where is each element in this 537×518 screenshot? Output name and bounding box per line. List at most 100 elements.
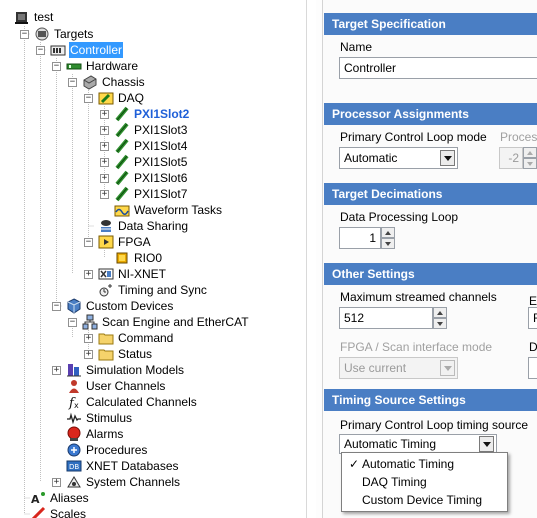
tree-item-chassis[interactable]: − Chassis [68,74,146,90]
tree-item-test[interactable]: test [4,9,54,25]
max-streamed-channels-field[interactable]: 512 [339,307,433,329]
controller-icon [50,42,66,58]
spin-up-icon[interactable] [433,307,447,318]
d-field[interactable] [528,357,537,379]
fpga-scan-interface-mode-value: Use current [344,361,407,375]
stimulus-icon [66,410,82,426]
dropdown-arrow-icon[interactable] [440,150,455,166]
daq-card-icon [114,106,130,122]
tree-item-alarms[interactable]: Alarms [52,426,124,442]
menu-item-automatic-timing[interactable]: ✓ Automatic Timing [342,455,507,473]
tree-item-controller[interactable]: − Controller [36,42,124,58]
tree-item-label: PXI1Slot2 [134,107,190,121]
tree-item-label: Status [118,347,153,361]
collapse-toggle[interactable]: − [36,45,45,55]
collapse-toggle[interactable]: − [20,29,29,39]
tree-item-status[interactable]: + Status [84,346,153,362]
project-tree[interactable]: test − Targets − Controller − Hardware −… [0,0,306,518]
tree-item-rio0[interactable]: RIO0 [100,250,163,266]
tree-item-stimulus[interactable]: Stimulus [52,410,133,426]
spin-down-icon[interactable] [381,238,395,249]
tree-item-calculated-channels[interactable]: fx Calculated Channels [52,394,198,410]
collapse-toggle[interactable]: − [68,317,77,327]
tree-item-timing-and-sync[interactable]: Timing and Sync [84,282,208,298]
tree-item-label: Alarms [86,427,124,441]
section-header-processor-assignments: Processor Assignments [324,103,537,125]
tree-item-pxi1slot2[interactable]: + PXI1Slot2 [100,106,190,122]
tree-item-command[interactable]: + Command [84,330,174,346]
computer-icon [14,9,30,25]
tree-item-label: Hardware [86,59,139,73]
fpga-icon [98,234,114,250]
menu-item-daq-timing[interactable]: DAQ Timing [342,473,507,491]
tree-item-simulation-models[interactable]: + Simulation Models [52,362,185,378]
e-field[interactable]: F [528,307,537,329]
daq-card-icon [114,122,130,138]
collapse-toggle[interactable]: − [84,237,93,247]
data-processing-loop-field[interactable]: 1 [339,227,381,249]
expand-toggle[interactable]: + [100,125,109,135]
tree-item-label: Waveform Tasks [134,203,223,217]
expand-toggle[interactable]: + [100,189,109,199]
tree-item-scales[interactable]: Scales [30,506,87,518]
section-header-target-decimations: Target Decimations [324,183,537,205]
chassis-icon [82,74,98,90]
system-channels-icon [66,474,82,490]
tree-item-custom-devices[interactable]: − Custom Devices [52,298,174,314]
tree-item-label: Procedures [86,443,148,457]
procedures-icon [66,442,82,458]
primary-control-loop-mode-select[interactable]: Automatic [339,147,458,169]
tree-item-pxi1slot7[interactable]: + PXI1Slot7 [100,186,188,202]
tree-item-ni-xnet[interactable]: + NI-XNET [84,266,167,282]
tree-item-system-channels[interactable]: + System Channels [52,474,181,490]
expand-toggle[interactable]: + [84,269,93,279]
tree-item-aliases[interactable]: A Aliases [30,490,90,506]
tree-item-label: Chassis [102,75,145,89]
tree-item-data-sharing[interactable]: Data Sharing [84,218,189,234]
tree-item-pxi1slot4[interactable]: + PXI1Slot4 [100,138,188,154]
fpga-scan-interface-mode-label: FPGA / Scan interface mode [340,340,493,354]
rio-icon [114,250,130,266]
expand-toggle[interactable]: + [100,157,109,167]
tree-item-label: Aliases [50,491,89,505]
tree-item-daq[interactable]: − DAQ [84,90,145,106]
tree-item-pxi1slot3[interactable]: + PXI1Slot3 [100,122,188,138]
spin-down-icon[interactable] [433,318,447,329]
tree-item-label: NI-XNET [118,267,166,281]
tree-item-label: Controller [69,42,124,58]
collapse-toggle[interactable]: − [52,301,61,311]
tree-item-scan-engine[interactable]: − Scan Engine and EtherCAT [68,314,250,330]
collapse-toggle[interactable]: − [84,93,93,103]
collapse-toggle[interactable]: − [68,77,77,87]
custom-devices-icon [66,298,82,314]
svg-text:x: x [74,401,79,410]
expand-toggle[interactable]: + [52,365,61,375]
tree-item-pxi1slot5[interactable]: + PXI1Slot5 [100,154,188,170]
timing-source-menu[interactable]: ✓ Automatic Timing DAQ Timing Custom Dev… [341,452,508,512]
tree-item-targets[interactable]: − Targets [20,26,94,42]
processor-spinner [523,147,537,169]
collapse-toggle[interactable]: − [52,61,61,71]
tree-item-fpga[interactable]: − FPGA [84,234,152,250]
timing-sync-icon [98,282,114,298]
name-field[interactable]: Controller [339,57,537,79]
max-streamed-channels-spinner[interactable] [433,307,447,329]
tree-item-xnet-databases[interactable]: DB XNET Databases [52,458,180,474]
expand-toggle[interactable]: + [100,109,109,119]
expand-toggle[interactable]: + [84,349,93,359]
menu-item-custom-device-timing[interactable]: Custom Device Timing [342,491,507,509]
data-processing-loop-spinner[interactable] [381,227,395,249]
expand-toggle[interactable]: + [84,333,93,343]
tree-item-procedures[interactable]: Procedures [52,442,148,458]
tree-item-waveform-tasks[interactable]: Waveform Tasks [100,202,223,218]
timing-source-select[interactable]: Automatic Timing [339,434,497,454]
dropdown-arrow-icon[interactable] [479,436,494,452]
expand-toggle[interactable]: + [100,173,109,183]
spin-up-icon[interactable] [381,227,395,238]
expand-toggle[interactable]: + [52,477,61,487]
pane-divider[interactable] [306,0,307,518]
tree-item-user-channels[interactable]: User Channels [52,378,166,394]
tree-item-pxi1slot6[interactable]: + PXI1Slot6 [100,170,188,186]
tree-item-hardware[interactable]: − Hardware [52,58,139,74]
expand-toggle[interactable]: + [100,141,109,151]
